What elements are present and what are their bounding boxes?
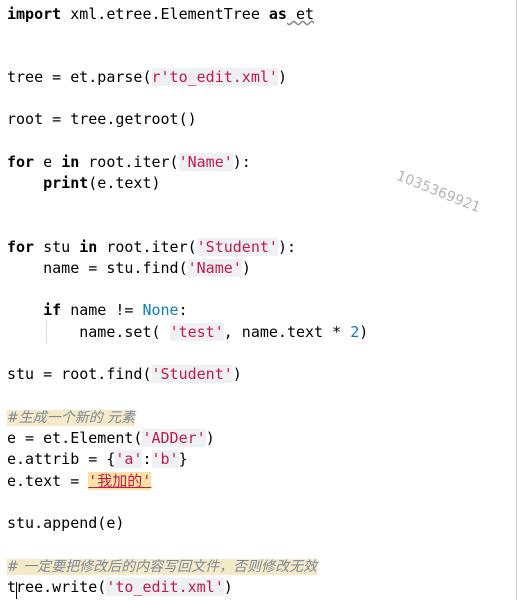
code-text: et	[286, 5, 315, 23]
code-text: , name.text *	[223, 323, 351, 341]
code-text: e	[34, 153, 62, 171]
string-literal: 'Student'	[196, 238, 278, 256]
code-text: )	[223, 578, 233, 596]
code-line-getroot[interactable]: root = tree.getroot()	[7, 108, 197, 130]
code-text: e.text =	[7, 472, 89, 490]
number-literal: 2	[350, 323, 360, 341]
keyword-none: None	[142, 301, 179, 319]
string-literal: '我加的'	[88, 472, 152, 490]
code-text: }	[178, 450, 188, 468]
code-text: e.attrib = {	[7, 450, 116, 468]
code-line-find-name[interactable]: name = stu.find('Name')	[7, 257, 251, 279]
string-literal: r'to_edit.xml'	[151, 68, 278, 86]
code-text: root = tree.getroot()	[7, 110, 197, 128]
keyword-import: import	[7, 5, 62, 23]
code-text: )	[205, 429, 215, 447]
code-text: stu = root.find(	[7, 365, 152, 383]
code-line-set[interactable]: name.set( 'test', name.text * 2)	[7, 321, 368, 343]
code-line-element[interactable]: e = et.Element('ADDer')	[7, 427, 215, 449]
code-text: root.iter(	[97, 238, 197, 256]
string-literal: 'to_edit.xml'	[106, 578, 224, 596]
code-line-comment[interactable]: # 一定要把修改后的内容写回文件，否则修改无效	[7, 555, 318, 577]
code-text: )	[232, 365, 242, 383]
keyword-in: in	[79, 238, 98, 256]
code-line-for-name[interactable]: for e in root.iter('Name'):	[7, 151, 251, 173]
code-text: name !=	[61, 301, 143, 319]
code-text: root.iter(	[79, 153, 179, 171]
keyword-for: for	[7, 153, 35, 171]
code-text: xml.etree.ElementTree	[61, 5, 269, 23]
keyword-as: as	[268, 5, 287, 23]
code-text: :	[178, 301, 188, 319]
string-literal: 'test'	[169, 323, 224, 341]
string-literal: 'Student'	[151, 365, 233, 383]
code-text: tree = et.parse(	[7, 68, 152, 86]
code-comment: #生成一个新的 元素	[7, 410, 136, 426]
code-line-import[interactable]: import xml.etree.ElementTree as et	[7, 3, 314, 25]
code-line-attrib[interactable]: e.attrib = {'a':'b'}	[7, 448, 188, 470]
string-literal: 'a'	[115, 450, 143, 468]
keyword-for: for	[7, 238, 35, 256]
code-line-if[interactable]: if name != None:	[7, 299, 188, 321]
code-editor[interactable]: import xml.etree.ElementTree as et tree …	[0, 0, 517, 600]
code-line-comment[interactable]: #生成一个新的 元素	[7, 406, 136, 428]
code-text: )	[241, 259, 251, 277]
code-text: name.set(	[7, 323, 170, 341]
code-comment: # 一定要把修改后的内容写回文件，否则修改无效	[7, 559, 318, 575]
code-text: )	[359, 323, 369, 341]
text-caret	[16, 582, 17, 599]
code-line-parse[interactable]: tree = et.parse(r'to_edit.xml')	[7, 66, 287, 88]
builtin-print: print	[43, 174, 89, 192]
code-text: )	[277, 68, 287, 86]
code-text: ):	[232, 153, 251, 171]
code-line-print[interactable]: print(e.text)	[7, 172, 161, 194]
keyword-in: in	[61, 153, 80, 171]
code-line-find-student[interactable]: stu = root.find('Student')	[7, 363, 242, 385]
code-text: name = stu.find(	[7, 259, 188, 277]
code-text: e = et.Element(	[7, 429, 143, 447]
string-literal: 'ADDer'	[142, 429, 206, 447]
keyword-if: if	[43, 301, 62, 319]
code-text: stu.append(e)	[7, 514, 125, 532]
code-line-write[interactable]: tree.write('to_edit.xml')	[7, 576, 233, 598]
string-literal: 'Name'	[178, 153, 233, 171]
code-line-text[interactable]: e.text = '我加的'	[7, 470, 152, 492]
code-text: tree.write(	[7, 578, 107, 596]
string-literal: 'b'	[151, 450, 179, 468]
code-line-append[interactable]: stu.append(e)	[7, 512, 124, 534]
code-text: :	[142, 450, 152, 468]
code-text: (e.text)	[88, 174, 161, 192]
code-text: stu	[34, 238, 80, 256]
code-line-for-student[interactable]: for stu in root.iter('Student'):	[7, 236, 296, 258]
watermark: 1035369921	[394, 168, 483, 217]
string-literal: 'Name'	[187, 259, 242, 277]
code-text: ):	[277, 238, 296, 256]
